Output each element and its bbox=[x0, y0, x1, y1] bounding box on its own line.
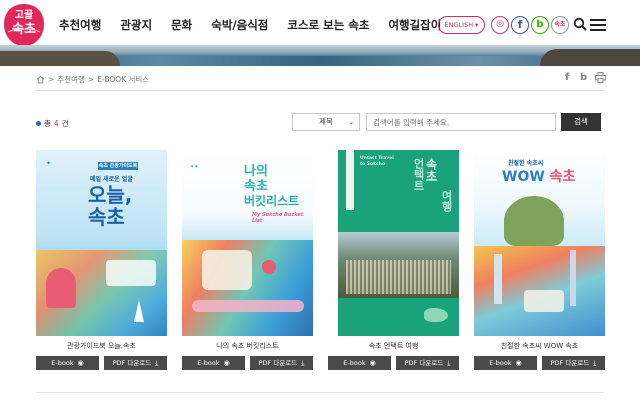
eye-icon: ◉ bbox=[223, 359, 230, 367]
book-card: 친절한 속초씨 WOW 속초 bbox=[474, 150, 605, 336]
eye-icon: ◉ bbox=[369, 359, 376, 367]
channel-icon[interactable]: 속초 bbox=[551, 16, 569, 34]
facebook-icon[interactable]: f bbox=[511, 16, 529, 34]
pdf-download-button[interactable]: PDF 다운로드 ⤓ bbox=[396, 356, 459, 370]
nav-item-travel-guide[interactable]: 여행길잡이 bbox=[388, 17, 441, 33]
chevron-down-icon: ⌄ bbox=[348, 118, 354, 126]
share-facebook-icon[interactable]: f bbox=[565, 72, 569, 83]
language-select[interactable]: ENGLISH ▾ bbox=[438, 16, 485, 34]
ebook-button[interactable]: E-book ◉ bbox=[182, 356, 245, 370]
header-banner-image bbox=[0, 45, 640, 66]
download-icon: ⤓ bbox=[447, 359, 451, 367]
nav-item-courses[interactable]: 코스로 보는 속초 bbox=[287, 17, 369, 33]
home-icon[interactable] bbox=[36, 75, 45, 84]
nav-item-recommended[interactable]: 추천여행 bbox=[59, 17, 101, 33]
download-icon: ⤓ bbox=[155, 359, 159, 367]
eye-icon: ◉ bbox=[77, 359, 84, 367]
eye-icon: ◉ bbox=[515, 359, 522, 367]
instagram-icon[interactable]: ◎ bbox=[491, 16, 509, 34]
download-icon: ⤓ bbox=[301, 359, 305, 367]
pdf-download-button[interactable]: PDF 다운로드 ⤓ bbox=[104, 356, 167, 370]
result-count-number: 4 bbox=[53, 119, 59, 128]
main-nav: 추천여행 관광지 문화 숙박/음식점 코스로 보는 속초 여행길잡이 bbox=[59, 17, 460, 33]
book-card: ✦✦ 나의 속초 버킷리스트 My Sokcho Bucket List bbox=[182, 150, 313, 336]
print-icon[interactable] bbox=[595, 72, 606, 83]
logo-line-2: 속초 bbox=[12, 22, 36, 37]
book-card: ✦ 속초 관광가이드북 매일 새로운 얼굴 오늘, 속초 bbox=[36, 150, 167, 336]
ebook-button[interactable]: E-book ◉ bbox=[474, 356, 537, 370]
book-title[interactable]: 나의 속초 버킷리스트 bbox=[182, 341, 313, 351]
book-cover-image[interactable]: ✦ 속초 관광가이드북 매일 새로운 얼굴 오늘, 속초 bbox=[36, 150, 167, 336]
book-cover-image[interactable]: 친절한 속초씨 WOW 속초 bbox=[474, 150, 605, 336]
book-title[interactable]: 관광가이드북 오늘,속초 bbox=[36, 341, 167, 351]
blog-icon[interactable]: b bbox=[531, 16, 549, 34]
search-type-select[interactable]: 제목 ⌄ bbox=[292, 113, 360, 131]
pdf-download-button[interactable]: PDF 다운로드 ⤓ bbox=[250, 356, 313, 370]
book-title[interactable]: 속초 언택트 여행 bbox=[328, 341, 459, 351]
bullet-icon bbox=[36, 121, 41, 126]
search-icon[interactable] bbox=[573, 17, 587, 31]
share-blog-icon[interactable]: b bbox=[580, 72, 587, 83]
search-input[interactable] bbox=[366, 113, 556, 131]
ebook-button[interactable]: E-book ◉ bbox=[328, 356, 391, 370]
book-title[interactable]: 친절한 속초씨 WOW 속초 bbox=[474, 341, 605, 351]
logo-line-1: 고꿀 bbox=[14, 10, 34, 21]
book-cover-image[interactable]: Untact Travel to Sokcho 속초 언택트 여행 bbox=[338, 150, 459, 336]
divider bbox=[36, 392, 604, 393]
breadcrumb-ebook: E-BOOK 서비스 bbox=[97, 75, 150, 84]
book-card: Untact Travel to Sokcho 속초 언택트 여행 bbox=[328, 150, 459, 336]
nav-item-attractions[interactable]: 관광지 bbox=[120, 17, 152, 33]
pdf-download-button[interactable]: PDF 다운로드 ⤓ bbox=[542, 356, 605, 370]
hamburger-menu-icon[interactable] bbox=[590, 19, 606, 31]
breadcrumb-recommended[interactable]: 추천여행 bbox=[57, 74, 85, 85]
nav-item-culture[interactable]: 문화 bbox=[171, 17, 192, 33]
download-icon: ⤓ bbox=[593, 359, 597, 367]
breadcrumb-separator: > bbox=[48, 75, 55, 84]
breadcrumb-separator: > bbox=[87, 75, 95, 84]
ebook-button[interactable]: E-book ◉ bbox=[36, 356, 99, 370]
breadcrumb: > 추천여행 > E-BOOK 서비스 bbox=[36, 74, 149, 85]
search-button[interactable]: 검색 bbox=[561, 113, 601, 131]
book-cover-image[interactable]: ✦✦ 나의 속초 버킷리스트 My Sokcho Bucket List bbox=[182, 150, 313, 336]
result-count: 총 4건 bbox=[36, 118, 69, 129]
nav-item-lodging-food[interactable]: 숙박/음식점 bbox=[211, 17, 268, 33]
divider bbox=[36, 90, 604, 91]
site-logo[interactable]: 고꿀 속초 bbox=[2, 2, 46, 48]
